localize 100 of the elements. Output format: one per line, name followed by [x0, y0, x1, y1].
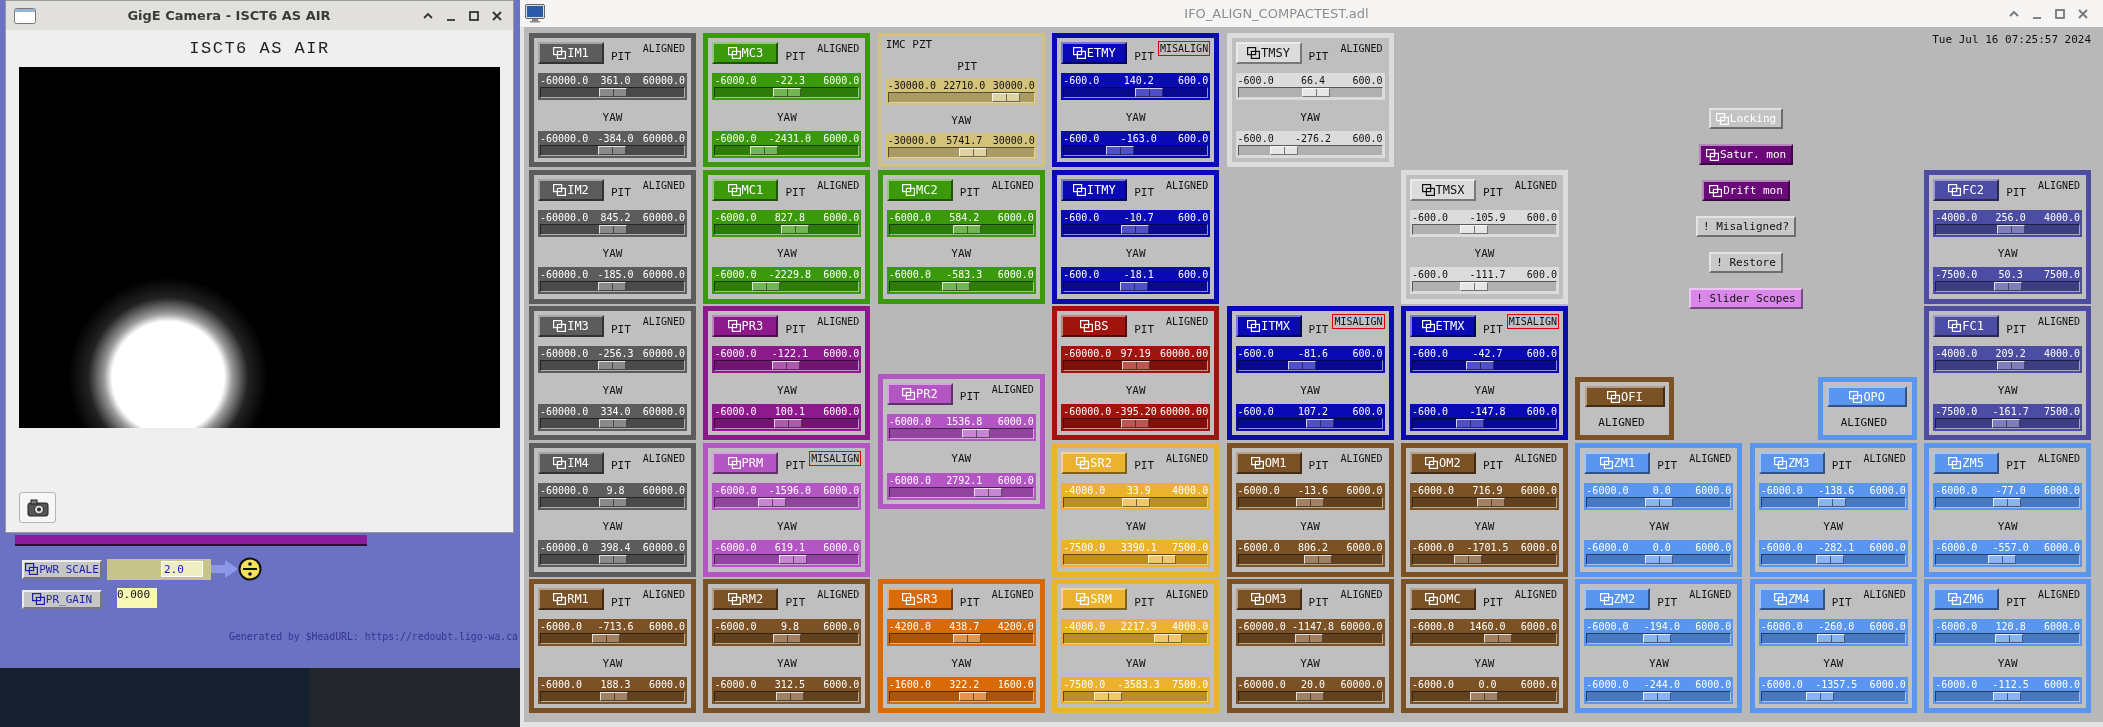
slider-thumb[interactable]: [1120, 224, 1149, 234]
slider-thumb[interactable]: [1642, 692, 1671, 701]
slider-thumb[interactable]: [598, 88, 627, 98]
slider-thumb[interactable]: [974, 487, 1003, 497]
slider[interactable]: -1600.0 322.2 1600.0: [886, 677, 1036, 704]
slider[interactable]: -6000.0 716.9 6000.0: [1409, 482, 1559, 510]
optic-button[interactable]: PRM: [712, 451, 779, 474]
slider-thumb[interactable]: [773, 419, 802, 428]
slider[interactable]: -6000.0 188.3 6000.0: [538, 677, 687, 704]
slider-thumb[interactable]: [1644, 497, 1673, 507]
slider-thumb[interactable]: [958, 692, 987, 701]
slider-thumb[interactable]: [1816, 555, 1845, 565]
close-icon[interactable]: [2077, 7, 2089, 20]
related-display-button[interactable]: PR_GAIN: [22, 589, 102, 609]
slider-thumb[interactable]: [1477, 497, 1506, 507]
slider[interactable]: -7500.0 50.3 7500.0: [1933, 267, 2083, 295]
slider[interactable]: -6000.0 -122.1 6000.0: [712, 346, 862, 374]
slider-thumb[interactable]: [1296, 692, 1325, 701]
slider[interactable]: -4000.0 256.0 4000.0: [1933, 209, 2083, 237]
slider-thumb[interactable]: [598, 146, 627, 155]
slider[interactable]: -6000.0 0.0 6000.0: [1409, 677, 1559, 704]
slider[interactable]: -600.0 140.2 600.0: [1061, 73, 1211, 101]
slider-thumb[interactable]: [1106, 146, 1135, 155]
slider-thumb[interactable]: [1806, 692, 1835, 701]
slider[interactable]: -30000.0 5741.7 30000.0: [885, 133, 1037, 160]
related-display-button[interactable]: Satur. mon: [1698, 144, 1794, 165]
slider-thumb[interactable]: [1460, 224, 1489, 234]
optic-button[interactable]: RM2: [712, 588, 779, 610]
slider-thumb[interactable]: [1303, 555, 1332, 565]
slider[interactable]: -6000.0 -2229.8 6000.0: [712, 267, 862, 295]
optic-button[interactable]: PR3: [712, 315, 779, 337]
slider-thumb[interactable]: [1121, 419, 1150, 428]
slider-thumb[interactable]: [1992, 692, 2021, 701]
slider-thumb[interactable]: [1122, 497, 1151, 507]
slider-thumb[interactable]: [1459, 282, 1488, 292]
slider-thumb[interactable]: [591, 634, 620, 644]
slider[interactable]: -6000.0 827.8 6000.0: [712, 209, 862, 237]
optic-button[interactable]: IM1: [538, 42, 604, 64]
slider-thumb[interactable]: [1816, 634, 1845, 644]
shell-command-button[interactable]: ! Slider Scopes: [1689, 288, 1803, 309]
optic-button[interactable]: FC1: [1933, 315, 2000, 337]
slider-thumb[interactable]: [749, 146, 778, 155]
close-icon[interactable]: [491, 9, 503, 22]
optic-button[interactable]: IM3: [538, 315, 604, 337]
slider-thumb[interactable]: [1484, 634, 1513, 644]
slider[interactable]: -60000.0 398.4 60000.0: [538, 540, 687, 568]
slider-thumb[interactable]: [1269, 146, 1298, 155]
slider-thumb[interactable]: [771, 361, 800, 371]
slider-thumb[interactable]: [1135, 88, 1164, 98]
slider[interactable]: -60000.0 9.8 60000.0: [538, 482, 687, 510]
slider[interactable]: -7500.0 -161.7 7500.0: [1933, 404, 2083, 431]
maximize-icon[interactable]: [468, 9, 480, 22]
optic-button[interactable]: ITMY: [1061, 178, 1128, 201]
optic-button[interactable]: IM4: [538, 451, 604, 474]
slider[interactable]: -6000.0 1460.0 6000.0: [1409, 619, 1559, 647]
snapshot-button[interactable]: [19, 492, 56, 523]
slider-thumb[interactable]: [598, 419, 627, 428]
slider-thumb[interactable]: [598, 361, 627, 371]
slider-thumb[interactable]: [1997, 224, 2026, 234]
slider[interactable]: -600.0 107.2 600.0: [1235, 404, 1385, 431]
slider[interactable]: -600.0 -147.8 600.0: [1409, 404, 1559, 431]
slider-thumb[interactable]: [1147, 555, 1176, 565]
slider-thumb[interactable]: [1643, 634, 1671, 644]
slider-thumb[interactable]: [1302, 88, 1331, 98]
slider-thumb[interactable]: [958, 148, 987, 157]
related-display-button[interactable]: PWR SCALE: [22, 559, 102, 579]
slider[interactable]: -600.0 -276.2 600.0: [1235, 131, 1385, 158]
slider-thumb[interactable]: [953, 634, 982, 644]
slider-thumb[interactable]: [991, 93, 1020, 102]
slider[interactable]: -30000.0 22710.0 30000.0: [885, 78, 1037, 105]
slider[interactable]: -6000.0 1536.8 6000.0: [886, 414, 1036, 442]
slider-thumb[interactable]: [1294, 634, 1323, 644]
slider-thumb[interactable]: [780, 224, 809, 234]
slider-thumb[interactable]: [1119, 282, 1148, 292]
slider[interactable]: -6000.0 9.8 6000.0: [712, 619, 862, 647]
slider-thumb[interactable]: [952, 224, 981, 234]
slider[interactable]: -4000.0 209.2 4000.0: [1933, 346, 2083, 374]
slider[interactable]: -60000.0 97.19 60000.00: [1061, 346, 1211, 374]
slider[interactable]: -6000.0 584.2 6000.0: [886, 209, 1036, 237]
slider[interactable]: -600.0 -105.9 600.0: [1409, 209, 1559, 237]
shell-command-button[interactable]: ! Misaligned?: [1696, 216, 1797, 237]
slider-thumb[interactable]: [1817, 497, 1846, 507]
optic-button[interactable]: PR2: [886, 382, 953, 405]
slider[interactable]: -6000.0 -13.6 6000.0: [1235, 482, 1385, 510]
slider-thumb[interactable]: [1996, 361, 2025, 371]
optic-button[interactable]: TMSX: [1409, 178, 1476, 201]
input-field[interactable]: 2.0: [161, 561, 203, 577]
optic-button[interactable]: IM2: [538, 178, 604, 201]
related-display-button[interactable]: Drift mon: [1702, 180, 1790, 201]
slider[interactable]: -600.0 -42.7 600.0: [1409, 346, 1559, 374]
slider-thumb[interactable]: [1988, 555, 2017, 565]
optic-button[interactable]: MC1: [712, 178, 779, 201]
slider-thumb[interactable]: [599, 224, 628, 234]
slider[interactable]: -6000.0 -22.3 6000.0: [712, 73, 862, 101]
slider[interactable]: -600.0 66.4 600.0: [1235, 73, 1385, 101]
optic-button[interactable]: SR3: [886, 588, 953, 610]
optic-button[interactable]: BS: [1061, 315, 1128, 337]
slider[interactable]: -600.0 -18.1 600.0: [1061, 267, 1211, 295]
slider-thumb[interactable]: [1644, 555, 1673, 565]
slider-thumb[interactable]: [598, 497, 627, 507]
